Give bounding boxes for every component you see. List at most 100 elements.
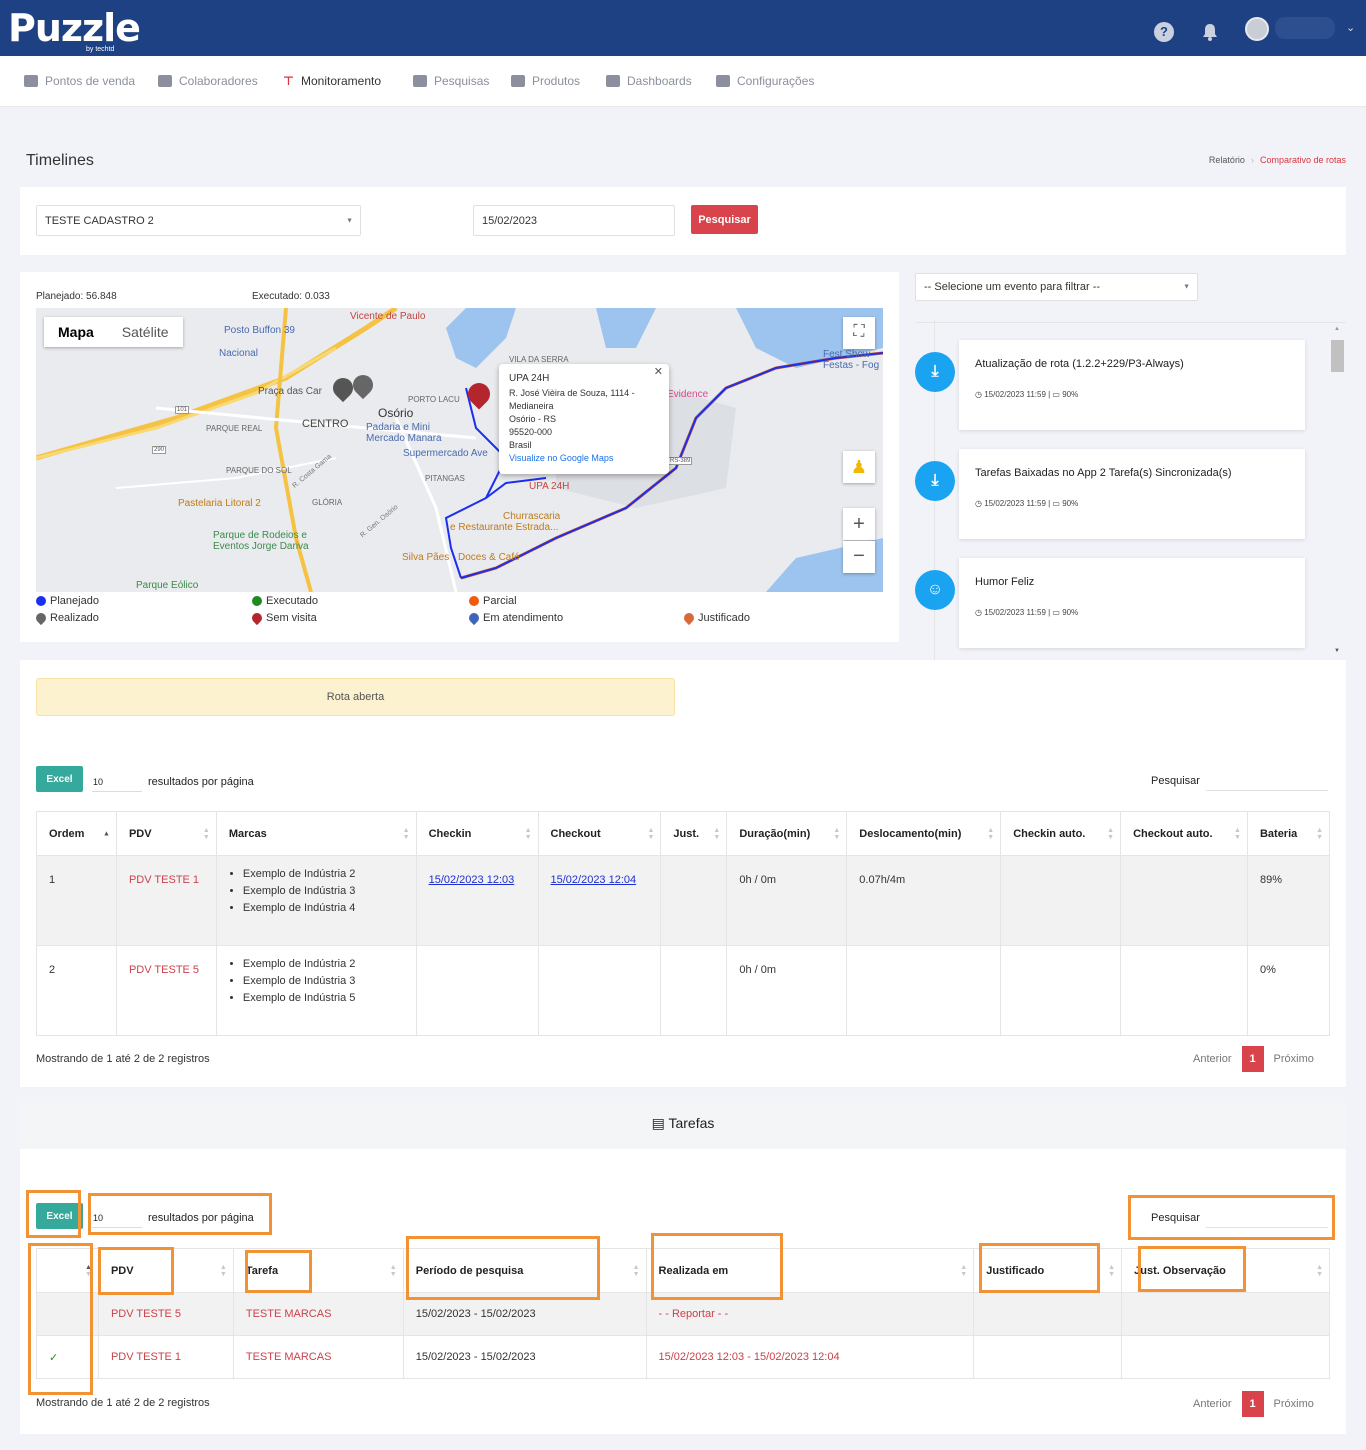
zoom-out-icon[interactable]: − [843,541,875,573]
highlight-box [1138,1246,1246,1292]
collaborator-select[interactable]: TESTE CADASTRO 2 ▼ [36,205,361,236]
nav-label: Pontos de venda [45,74,136,88]
column-header-deslocamento[interactable]: Deslocamento(min) ▲ ▼ [846,811,1002,856]
list-item: Exemplo de Indústria 2 [243,956,404,973]
timeline-scrollbar[interactable]: ▲ ▼ [1331,326,1344,660]
column-header-checkout-auto[interactable]: Checkout auto. ▲ ▼ [1120,811,1248,856]
pagination: Anterior 1 Próximo [1193,1391,1314,1417]
column-header-just[interactable]: Just. ▲ ▼ [660,811,728,856]
zoom-in-icon[interactable]: + [843,508,875,540]
timeline-event-time: 15/02/2023 11:59 [984,499,1046,508]
cell-bateria: 0% [1246,945,1331,1036]
timeline-event[interactable]: Tarefas Baixadas no App 2 Tarefa(s) Sinc… [959,449,1305,539]
green-dot-icon [252,596,262,606]
visits-table: Ordem ▲ PDV ▲ ▼ Marcas ▲ ▼ Checkin ▲ ▼ Checkout… [36,811,1331,1036]
pagination-page[interactable]: 1 [1241,1391,1264,1417]
chevron-down-icon[interactable]: ⌄ [1346,21,1355,34]
cell-checkin-auto [1000,855,1122,946]
pagination-prev[interactable]: Anterior [1193,1053,1232,1065]
header-label: Just. [673,827,700,840]
map-poi-label: Parque de Rodeios e [213,530,307,541]
map-district-label: VILA DA SERRA [509,355,569,364]
user-name-blurred[interactable] [1275,17,1335,39]
breadcrumb-current: Comparativo de rotas [1259,155,1346,165]
nav-item-produtos[interactable]: Produtos [511,74,580,88]
cell-checkin: 15/02/2023 12:03 [415,855,539,946]
column-header-checkin-auto[interactable]: Checkin auto. ▲ ▼ [1000,811,1122,856]
timeline-event-battery: 90% [1062,390,1079,399]
legend-justified: Justificado [681,610,750,626]
help-icon[interactable]: ? [1154,22,1174,42]
map-poi-label: Silva Pães [402,552,450,563]
nav-item-configuracoes[interactable]: Configurações [716,74,814,88]
nav-item-monitoramento[interactable]: ⊤ Monitoramento [283,74,381,88]
user-avatar[interactable] [1245,17,1269,41]
checkin-link[interactable]: 15/02/2023 12:03 [429,874,515,886]
event-filter-select[interactable]: -- Selecione um evento para filtrar -- ▼ [915,273,1198,301]
google-maps-link[interactable]: Visualize no Google Maps [509,452,659,465]
pagination-prev[interactable]: Anterior [1193,1398,1232,1410]
legend-label: Executado [266,595,318,607]
sort-icon: ▲ ▼ [202,826,210,841]
legend-partial: Parcial [469,595,517,607]
scroll-down-icon[interactable]: ▼ [1334,648,1340,654]
list-icon: ▤ [651,1115,665,1131]
timeline-event[interactable]: Atualização de rota (1.2.2+229/P3-Always… [959,340,1305,430]
column-header-ordem[interactable]: Ordem ▲ [36,811,117,856]
map-poi-label: Churrascaria [503,511,561,522]
nav-item-colaboradores[interactable]: Colaboradores [158,74,258,88]
pagination-next[interactable]: Próximo [1274,1053,1314,1065]
cell-tarefa-link[interactable]: TESTE MARCAS [232,1335,404,1379]
column-header-bateria[interactable]: Bateria ▲ ▼ [1246,811,1331,856]
nav-item-pontos-de-venda[interactable]: Pontos de venda [24,74,135,88]
cell-bateria: 89% [1246,855,1331,946]
users-icon [158,75,172,87]
brand-list: Exemplo de Indústria 2 Exemplo de Indúst… [229,866,404,917]
column-header-checkin[interactable]: Checkin ▲ ▼ [415,811,539,856]
column-header-duracao[interactable]: Duração(min) ▲ ▼ [726,811,848,856]
close-icon[interactable]: ✕ [654,366,663,379]
sort-icon: ▲ ▼ [1108,1263,1116,1278]
scroll-thumb[interactable] [1331,340,1344,372]
tasks-section-header: ▤ Tarefas [20,1103,1346,1149]
event-filter-placeholder: -- Selecione um evento para filtrar -- [924,281,1101,293]
page-length-select[interactable]: 10 [92,772,142,792]
route-map[interactable]: Mapa Satélite ⛶ ♟ + − Posto Buffon 39 Na… [36,308,883,592]
checkout-link[interactable]: 15/02/2023 12:04 [551,874,637,886]
street-view-icon[interactable]: ♟ [843,451,875,483]
timeline-event[interactable]: Humor Feliz ◷ 15/02/2023 11:59 | ▭ 90% [959,558,1305,648]
cell-realizada-link[interactable]: 15/02/2023 12:03 - 15/02/2023 12:04 [645,1335,975,1379]
nav-item-pesquisas[interactable]: Pesquisas [413,74,489,88]
excel-export-button[interactable]: Excel [36,766,83,792]
page-title: Timelines [26,152,94,169]
search-input[interactable] [1205,771,1328,791]
map-city-label: Osório [378,406,414,420]
map-tab-satellite[interactable]: Satélite [108,317,183,347]
cell-pdv-link[interactable]: PDV TESTE 1 [97,1335,234,1379]
cell-pdv-link[interactable]: PDV TESTE 5 [115,945,217,1036]
cell-tarefa-link[interactable]: TESTE MARCAS [232,1292,404,1336]
legend-label: Parcial [483,595,517,607]
column-header-checkout[interactable]: Checkout ▲ ▼ [537,811,662,856]
highlight-box [979,1243,1100,1293]
date-input[interactable]: 15/02/2023 [473,205,675,236]
page-length-control: 10 resultados por página [92,772,254,792]
scroll-up-icon[interactable]: ▲ [1334,326,1340,332]
column-header-marcas[interactable]: Marcas ▲ ▼ [215,811,417,856]
app-logo[interactable]: Puzzle [8,6,141,50]
pagination-next[interactable]: Próximo [1274,1398,1314,1410]
pagination-page[interactable]: 1 [1241,1046,1264,1072]
table-search: Pesquisar [1151,771,1328,791]
nav-item-dashboards[interactable]: Dashboards [606,74,692,88]
popup-title: UPA 24H [509,373,550,384]
bell-icon[interactable] [1200,22,1220,42]
search-button[interactable]: Pesquisar [691,205,758,234]
cell-pdv-link[interactable]: PDV TESTE 1 [115,855,217,946]
cell-pdv-link[interactable]: PDV TESTE 5 [97,1292,234,1336]
column-header-pdv[interactable]: PDV ▲ ▼ [115,811,217,856]
breadcrumb-item[interactable]: Relatório [1209,155,1245,165]
timeline-event-time: 15/02/2023 11:59 [984,390,1046,399]
map-poi-label: Festas - Fog [823,360,880,371]
map-tab-map[interactable]: Mapa [44,317,108,347]
fullscreen-icon[interactable]: ⛶ [843,317,875,349]
